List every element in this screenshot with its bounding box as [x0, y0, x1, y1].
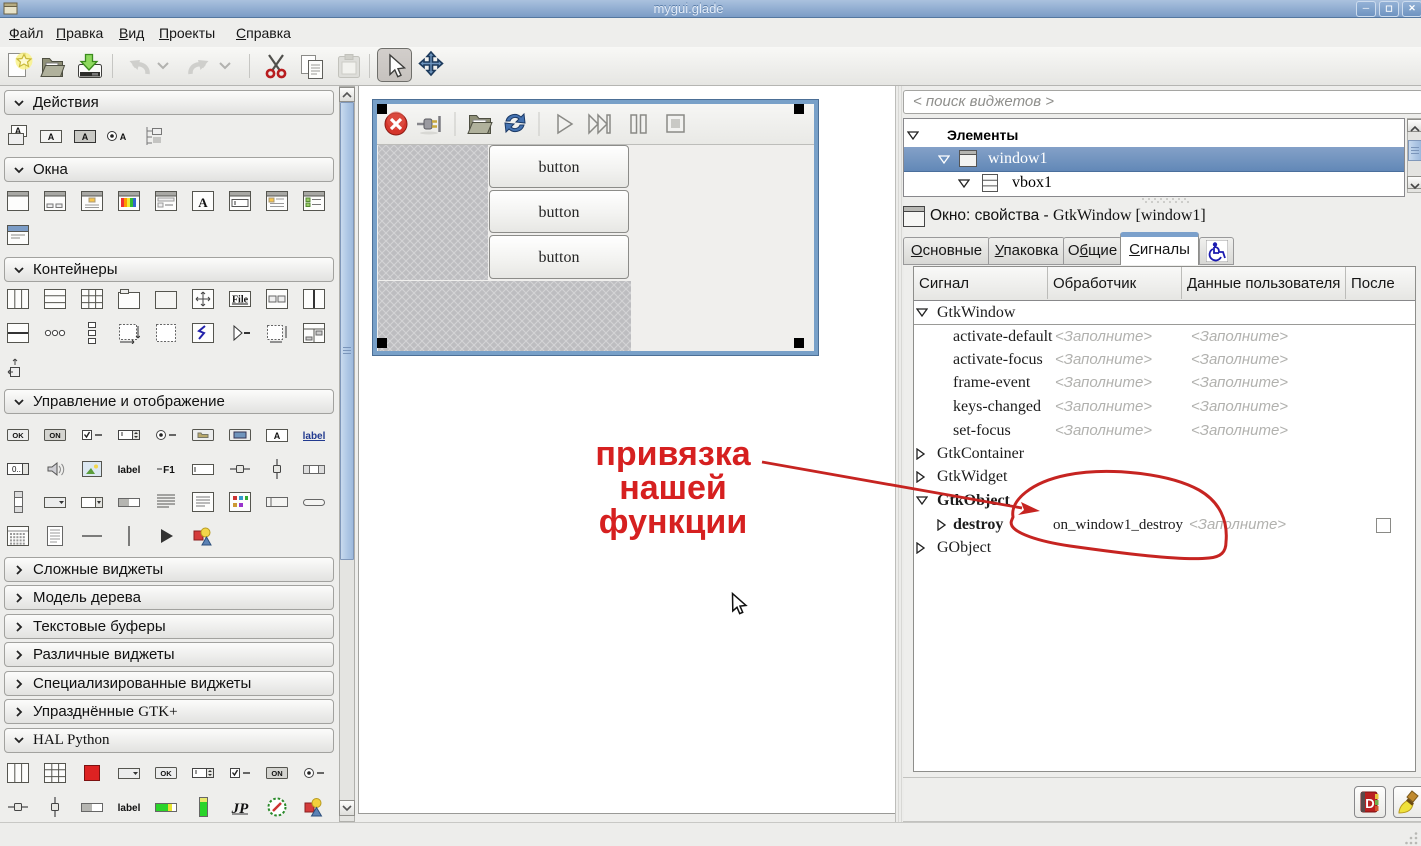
svg-text:label: label — [303, 431, 325, 442]
svg-text:label: label — [118, 465, 140, 476]
svg-text:A: A — [48, 132, 55, 142]
svg-text:ON: ON — [271, 769, 282, 778]
svg-text:0..: 0.. — [12, 465, 21, 474]
svg-text:ON: ON — [49, 431, 60, 440]
svg-text:JP: JP — [231, 801, 250, 817]
svg-text:A: A — [198, 195, 208, 210]
svg-text:label: label — [118, 803, 140, 814]
svg-text:A: A — [274, 431, 281, 441]
svg-text:D: D — [1365, 796, 1374, 811]
svg-text:OK: OK — [160, 769, 172, 778]
svg-text:OK: OK — [12, 431, 24, 440]
svg-text:F1: F1 — [163, 465, 175, 476]
svg-text:File: File — [232, 295, 249, 306]
svg-text:A: A — [82, 132, 89, 142]
svg-text:A: A — [120, 132, 127, 142]
